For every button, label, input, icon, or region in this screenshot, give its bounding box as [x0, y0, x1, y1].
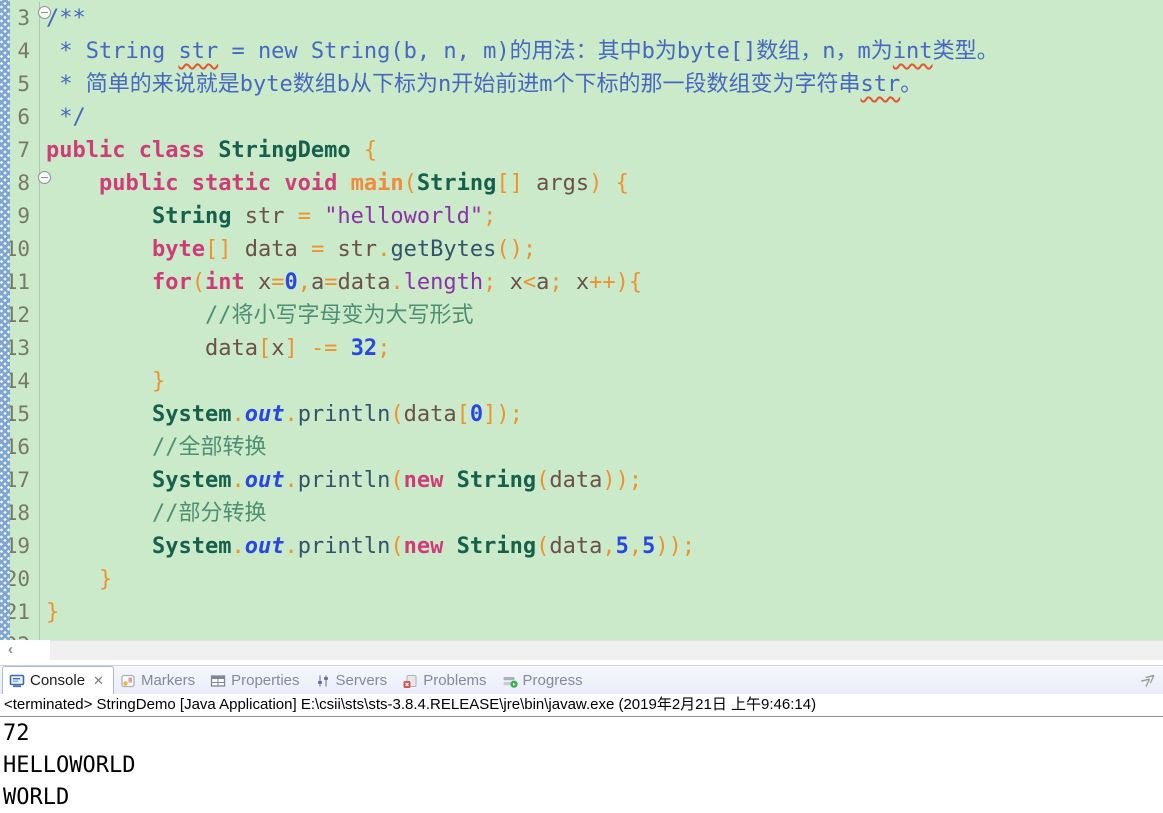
console-tabbar: Console ✕ Markers Properties Servers Problems… [0, 665, 1163, 694]
code-line[interactable]: 12 //将小写字母变为大写形式 [0, 299, 1163, 332]
code-text [40, 629, 46, 640]
code-line[interactable]: 10 byte[] data = str.getBytes(); [0, 233, 1163, 266]
code-text: //将小写字母变为大写形式 [40, 299, 473, 332]
fold-collapse-icon[interactable] [38, 6, 51, 19]
properties-icon [210, 673, 226, 689]
tab-label: Servers [336, 672, 388, 689]
code-line[interactable]: 13 data[x] -= 32; [0, 332, 1163, 365]
view-toolbar-chevrons-icon[interactable]: ≫ [1137, 669, 1159, 692]
code-text: } [40, 563, 112, 596]
code-line[interactable]: 17 System.out.println(new String(data)); [0, 464, 1163, 497]
problems-icon [402, 673, 418, 689]
tab-servers[interactable]: Servers [309, 667, 397, 694]
code-line[interactable]: 6 */ [0, 101, 1163, 134]
fold-collapse-icon[interactable] [38, 171, 51, 184]
code-text: */ [40, 101, 86, 134]
editor-hscrollbar[interactable]: ‹ [0, 640, 1163, 660]
code-line[interactable]: 21} [0, 596, 1163, 629]
tab-markers[interactable]: Markers [114, 667, 204, 694]
console-output-line: HELLOWORLD [3, 750, 1163, 782]
code-line[interactable]: 16 //全部转换 [0, 431, 1163, 464]
tab-progress[interactable]: Progress [496, 667, 592, 694]
code-text: data[x] -= 32; [40, 332, 390, 365]
close-tab-icon[interactable]: ✕ [93, 673, 104, 689]
editor-lines: 3/**4 * String str = new String(b, n, m)… [0, 2, 1163, 640]
code-line[interactable]: 7public class StringDemo { [0, 134, 1163, 167]
tab-properties[interactable]: Properties [204, 667, 308, 694]
code-text: * 简单的来说就是byte数组b从下标为n开始前进m个下标的那一段数组变为字符串… [40, 68, 922, 101]
code-line[interactable]: 3/** [0, 2, 1163, 35]
tab-label: Console [30, 672, 85, 689]
code-text: } [40, 596, 59, 629]
code-text: for(int x=0,a=data.length; x<a; x++){ [40, 266, 642, 299]
code-line[interactable]: 15 System.out.println(data[0]); [0, 398, 1163, 431]
tab-label: Markers [141, 672, 195, 689]
code-text: //全部转换 [40, 431, 266, 464]
code-line[interactable]: 4 * String str = new String(b, n, m)的用法：… [0, 35, 1163, 68]
tab-console[interactable]: Console ✕ [2, 666, 114, 694]
console-status-line: <terminated> StringDemo [Java Applicatio… [0, 694, 1163, 717]
code-text: public class StringDemo { [40, 134, 377, 167]
code-text: public static void main(String[] args) { [40, 167, 629, 200]
servers-icon [315, 673, 331, 689]
tab-problems[interactable]: Problems [396, 667, 495, 694]
code-line[interactable]: 14 } [0, 365, 1163, 398]
hscrollbar-track[interactable] [50, 640, 1163, 660]
code-text: //部分转换 [40, 497, 266, 530]
editor-left-ruler[interactable] [0, 0, 10, 640]
code-text: * String str = new String(b, n, m)的用法：其中… [40, 35, 999, 68]
code-line[interactable]: 9 String str = "helloworld"; [0, 200, 1163, 233]
tab-label: Progress [523, 672, 583, 689]
code-line[interactable]: 22 [0, 629, 1163, 640]
console-output[interactable]: 72HELLOWORLDWORLD [0, 717, 1163, 813]
code-text: System.out.println(new String(data,5,5))… [40, 530, 695, 563]
console-icon [9, 673, 25, 689]
code-text: System.out.println(data[0]); [40, 398, 523, 431]
code-text: String str = "helloworld"; [40, 200, 496, 233]
code-text: } [40, 365, 165, 398]
code-line[interactable]: 8 public static void main(String[] args)… [0, 167, 1163, 200]
code-text: System.out.println(new String(data)); [40, 464, 642, 497]
code-editor[interactable]: 3/**4 * String str = new String(b, n, m)… [0, 0, 1163, 640]
console-output-line: 72 [3, 718, 1163, 750]
scroll-left-arrow-icon[interactable]: ‹ [8, 640, 13, 660]
tab-label: Properties [231, 672, 299, 689]
code-line[interactable]: 20 } [0, 563, 1163, 596]
progress-icon [502, 673, 518, 689]
code-text: byte[] data = str.getBytes(); [40, 233, 536, 266]
markers-icon [120, 673, 136, 689]
tab-label: Problems [423, 672, 486, 689]
code-line[interactable]: 18 //部分转换 [0, 497, 1163, 530]
code-line[interactable]: 11 for(int x=0,a=data.length; x<a; x++){ [0, 266, 1163, 299]
code-line[interactable]: 19 System.out.println(new String(data,5,… [0, 530, 1163, 563]
console-output-line: WORLD [3, 782, 1163, 813]
code-line[interactable]: 5 * 简单的来说就是byte数组b从下标为n开始前进m个下标的那一段数组变为字… [0, 68, 1163, 101]
